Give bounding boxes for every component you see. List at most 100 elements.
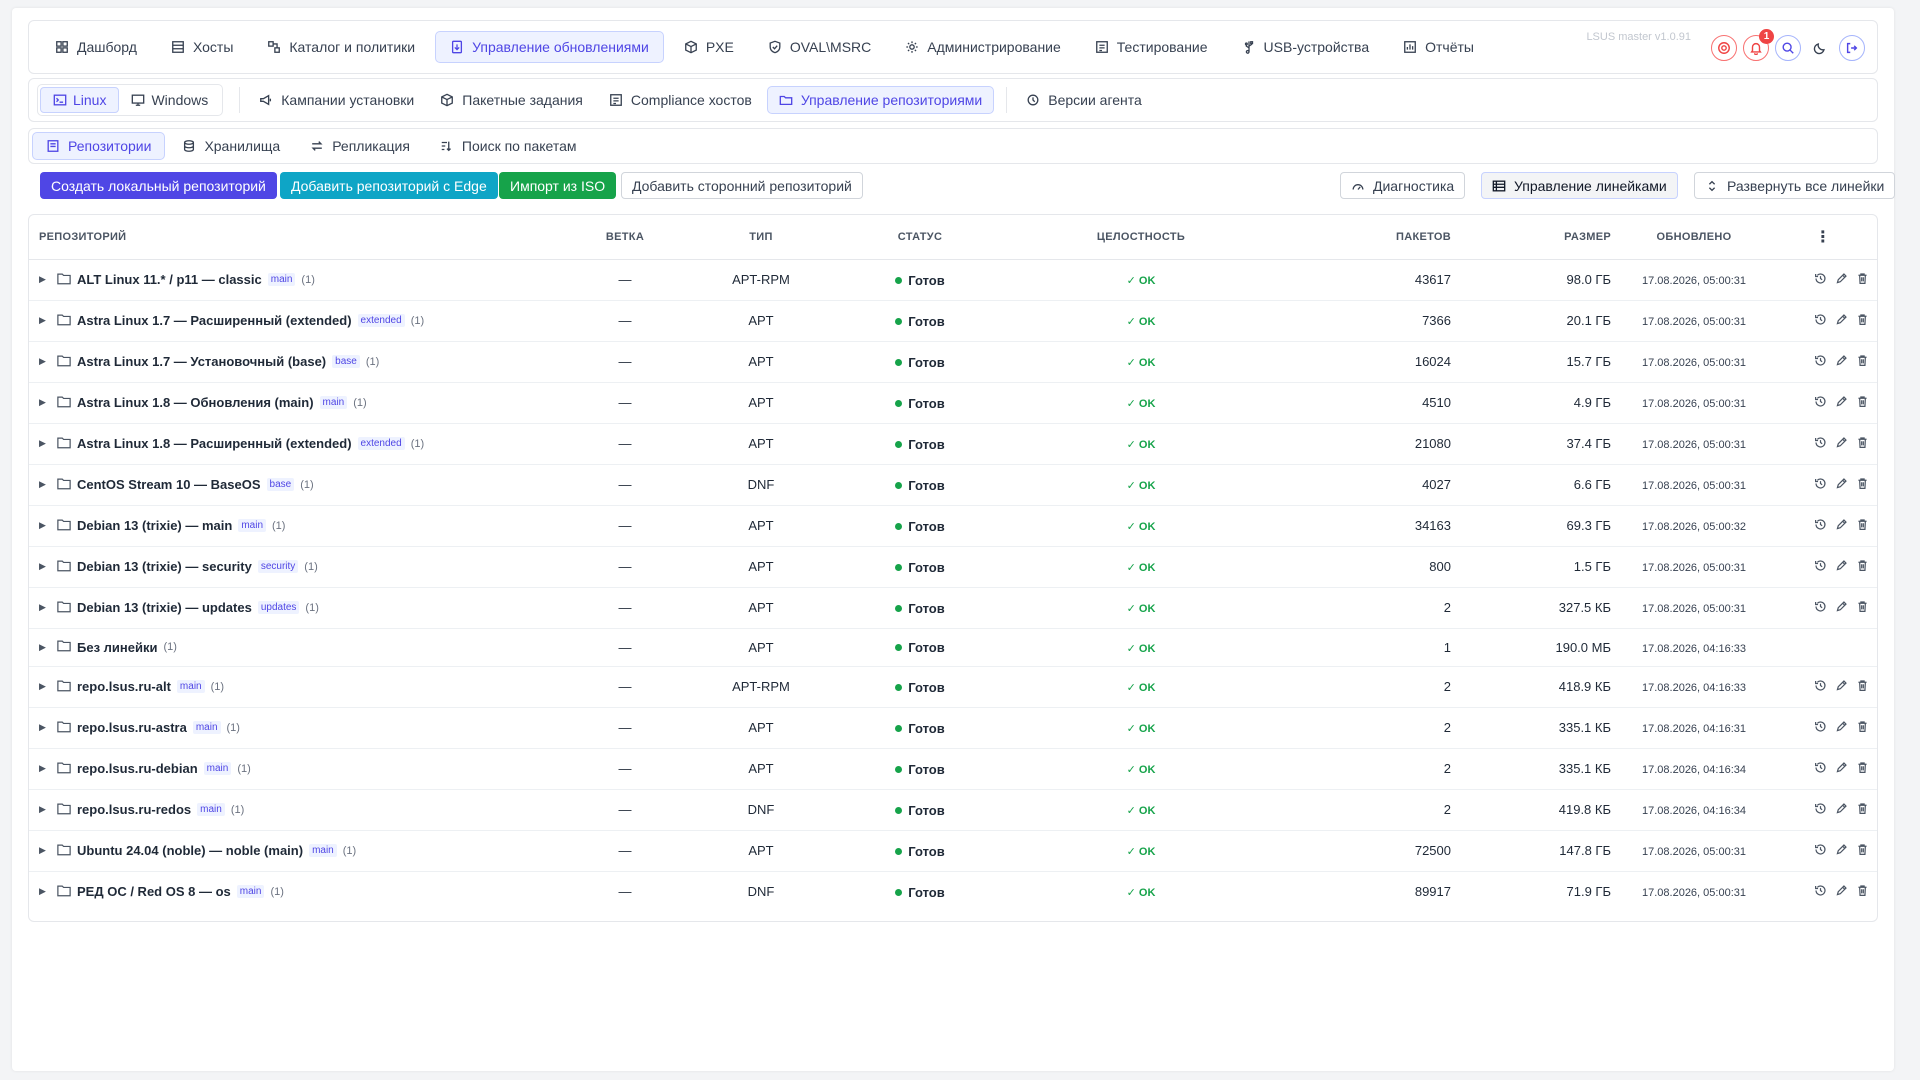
nav-pxe[interactable]: PXE <box>670 31 748 63</box>
table-row[interactable]: ▶ Debian 13 (trixie) — security security… <box>29 546 1877 588</box>
expand-caret-icon[interactable]: ▶ <box>39 274 51 285</box>
trash-icon[interactable] <box>1856 679 1869 695</box>
column-header-integrity[interactable]: Целостность <box>1003 215 1279 260</box>
column-header-type[interactable]: Тип <box>685 215 837 260</box>
edit-icon[interactable] <box>1835 518 1848 534</box>
nav-update-management[interactable]: Управление обновлениями <box>435 31 664 63</box>
history-icon[interactable] <box>1814 720 1827 736</box>
history-icon[interactable] <box>1814 884 1827 900</box>
theme-toggle-button[interactable] <box>1807 35 1833 61</box>
trash-icon[interactable] <box>1856 354 1869 370</box>
subnav-batch-jobs[interactable]: Пакетные задания <box>429 86 594 114</box>
column-settings-button[interactable]: ⋮ <box>1767 215 1877 260</box>
table-row[interactable]: ▶ Без линейки (1) — APT Готов ✓ OK 1 190… <box>29 628 1877 667</box>
expand-caret-icon[interactable]: ▶ <box>39 561 51 572</box>
column-header-size[interactable]: Размер <box>1461 215 1621 260</box>
expand-caret-icon[interactable]: ▶ <box>39 804 51 815</box>
table-row[interactable]: ▶ repo.lsus.ru-alt main (1) — APT-RPM Го… <box>29 666 1877 708</box>
tab-repositories[interactable]: Репозитории <box>32 132 166 160</box>
nav-administration[interactable]: Администрирование <box>891 31 1075 63</box>
table-row[interactable]: ▶ Debian 13 (trixie) — updates updates (… <box>29 587 1877 629</box>
repo-name[interactable]: CentOS Stream 10 — BaseOS <box>77 477 261 492</box>
edit-icon[interactable] <box>1835 354 1848 370</box>
expand-caret-icon[interactable]: ▶ <box>39 479 51 490</box>
trash-icon[interactable] <box>1856 559 1869 575</box>
table-row[interactable]: ▶ РЕД ОС / Red OS 8 — os main (1) — DNF … <box>29 871 1877 912</box>
repo-name[interactable]: Astra Linux 1.8 — Расширенный (extended) <box>77 436 352 451</box>
history-icon[interactable] <box>1814 843 1827 859</box>
repo-name[interactable]: ALT Linux 11.* / p11 — classic <box>77 272 262 287</box>
repo-name[interactable]: Debian 13 (trixie) — security <box>77 559 252 574</box>
table-row[interactable]: ▶ repo.lsus.ru-astra main (1) — APT Гото… <box>29 707 1877 749</box>
trash-icon[interactable] <box>1856 600 1869 616</box>
history-icon[interactable] <box>1814 477 1827 493</box>
add-edge-repo-button[interactable]: Добавить репозиторий с Edge <box>280 172 498 199</box>
column-header-updated[interactable]: Обновлено <box>1621 215 1767 260</box>
nav-hosts[interactable]: Хосты <box>157 31 247 63</box>
diagnostics-button[interactable]: Диагностика <box>1340 172 1466 199</box>
nav-usb-devices[interactable]: USB-устройства <box>1228 31 1384 63</box>
history-icon[interactable] <box>1814 600 1827 616</box>
os-linux-button[interactable]: Linux <box>40 87 120 113</box>
history-icon[interactable] <box>1814 679 1827 695</box>
edit-icon[interactable] <box>1835 477 1848 493</box>
trash-icon[interactable] <box>1856 720 1869 736</box>
tab-storages[interactable]: Хранилища <box>169 132 293 160</box>
repo-name[interactable]: Debian 13 (trixie) — updates <box>77 600 252 615</box>
add-external-repo-button[interactable]: Добавить сторонний репозиторий <box>621 172 863 199</box>
history-icon[interactable] <box>1814 354 1827 370</box>
history-icon[interactable] <box>1814 761 1827 777</box>
edit-icon[interactable] <box>1835 313 1848 329</box>
table-row[interactable]: ▶ CentOS Stream 10 — BaseOS base (1) — D… <box>29 464 1877 506</box>
repo-name[interactable]: Без линейки <box>77 640 157 655</box>
tab-package-search[interactable]: Поиск по пакетам <box>427 132 590 160</box>
alert-button[interactable] <box>1711 35 1737 61</box>
expand-caret-icon[interactable]: ▶ <box>39 520 51 531</box>
history-icon[interactable] <box>1814 395 1827 411</box>
column-header-packages[interactable]: Пакетов <box>1279 215 1461 260</box>
repo-name[interactable]: РЕД ОС / Red OS 8 — os <box>77 884 231 899</box>
history-icon[interactable] <box>1814 559 1827 575</box>
trash-icon[interactable] <box>1856 313 1869 329</box>
table-row[interactable]: ▶ Astra Linux 1.7 — Установочный (base) … <box>29 341 1877 383</box>
repo-name[interactable]: repo.lsus.ru-debian <box>77 761 198 776</box>
nav-testing[interactable]: Тестирование <box>1081 31 1222 63</box>
notifications-button[interactable]: 1 <box>1743 29 1774 61</box>
edit-icon[interactable] <box>1835 802 1848 818</box>
repo-name[interactable]: repo.lsus.ru-redos <box>77 802 191 817</box>
table-row[interactable]: ▶ Astra Linux 1.8 — Обновления (main) ma… <box>29 382 1877 424</box>
trash-icon[interactable] <box>1856 395 1869 411</box>
expand-caret-icon[interactable]: ▶ <box>39 681 51 692</box>
repo-name[interactable]: Debian 13 (trixie) — main <box>77 518 232 533</box>
table-row[interactable]: ▶ repo.lsus.ru-debian main (1) — APT Гот… <box>29 748 1877 790</box>
table-row[interactable]: ▶ repo.lsus.ru-redos main (1) — DNF Гото… <box>29 789 1877 831</box>
edit-icon[interactable] <box>1835 761 1848 777</box>
tab-replication[interactable]: Репликация <box>297 132 423 160</box>
history-icon[interactable] <box>1814 518 1827 534</box>
repo-name[interactable]: repo.lsus.ru-astra <box>77 720 187 735</box>
table-row[interactable]: ▶ Astra Linux 1.7 — Расширенный (extende… <box>29 300 1877 342</box>
expand-caret-icon[interactable]: ▶ <box>39 602 51 613</box>
create-local-repo-button[interactable]: Создать локальный репозиторий <box>40 172 277 199</box>
history-icon[interactable] <box>1814 313 1827 329</box>
logout-button[interactable] <box>1839 35 1865 61</box>
repo-name[interactable]: Astra Linux 1.7 — Расширенный (extended) <box>77 313 352 328</box>
trash-icon[interactable] <box>1856 802 1869 818</box>
import-iso-button[interactable]: Импорт из ISO <box>499 172 617 199</box>
table-row[interactable]: ▶ ALT Linux 11.* / p11 — classic main (1… <box>29 259 1877 301</box>
table-row[interactable]: ▶ Ubuntu 24.04 (noble) — noble (main) ma… <box>29 830 1877 872</box>
column-header-branch[interactable]: Ветка <box>565 215 685 260</box>
expand-caret-icon[interactable]: ▶ <box>39 438 51 449</box>
edit-icon[interactable] <box>1835 679 1848 695</box>
expand-caret-icon[interactable]: ▶ <box>39 763 51 774</box>
repo-name[interactable]: Astra Linux 1.8 — Обновления (main) <box>77 395 314 410</box>
trash-icon[interactable] <box>1856 272 1869 288</box>
trash-icon[interactable] <box>1856 436 1869 452</box>
edit-icon[interactable] <box>1835 559 1848 575</box>
column-header-repo[interactable]: Репозиторий <box>29 215 565 260</box>
table-row[interactable]: ▶ Astra Linux 1.8 — Расширенный (extende… <box>29 423 1877 465</box>
manage-lines-button[interactable]: Управление линейками <box>1481 172 1678 199</box>
column-header-status[interactable]: Статус <box>837 215 1003 260</box>
edit-icon[interactable] <box>1835 884 1848 900</box>
trash-icon[interactable] <box>1856 518 1869 534</box>
